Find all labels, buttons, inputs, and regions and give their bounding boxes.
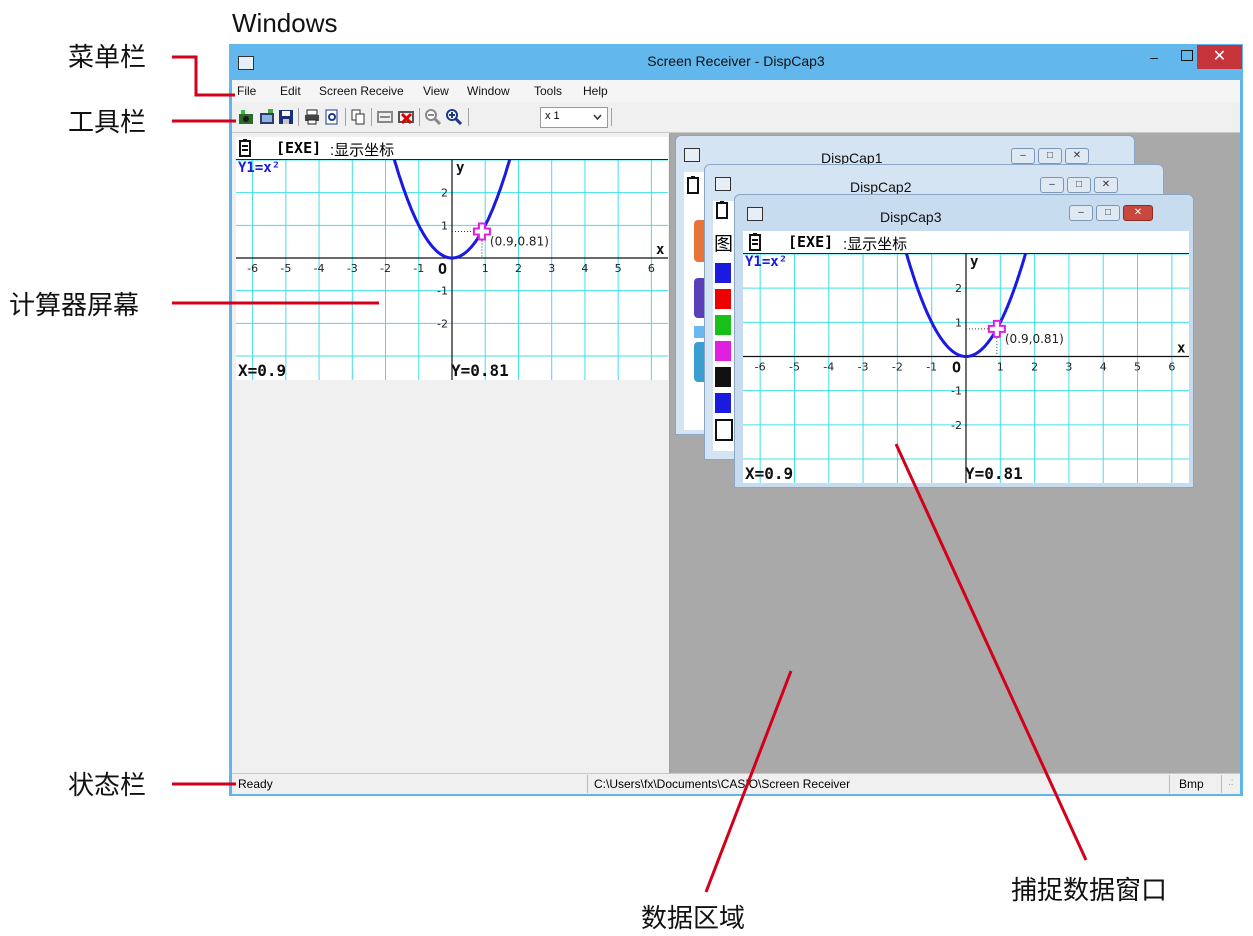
callout-line-menubar <box>172 55 235 97</box>
callout-lines <box>172 55 1088 893</box>
callout-line-data-area <box>704 670 793 893</box>
callout-line-capture-window <box>894 443 1088 861</box>
